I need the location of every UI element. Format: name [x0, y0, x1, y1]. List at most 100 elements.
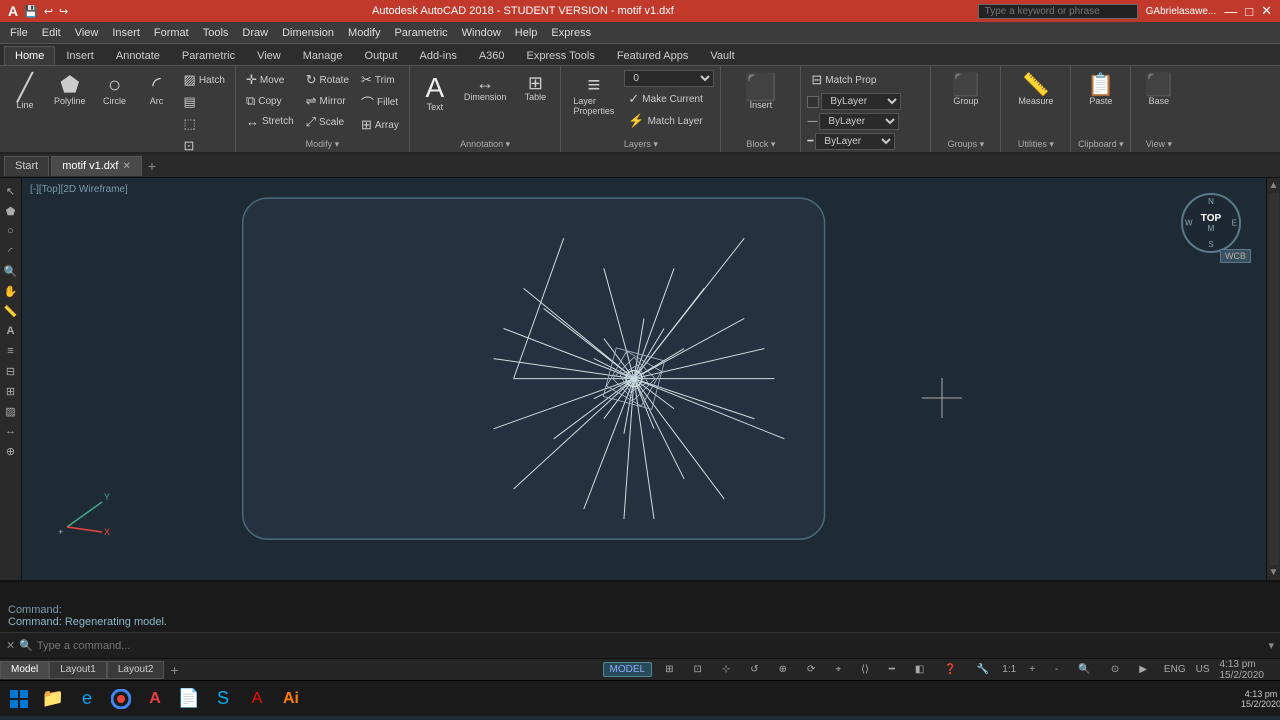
selection-tool[interactable]: ↖ [2, 182, 20, 200]
layer-tool[interactable]: ≡ [2, 342, 20, 360]
table-button[interactable]: ⊞ Table [516, 70, 554, 106]
object-snap-tool[interactable]: ⊕ [2, 442, 20, 460]
tab-a360[interactable]: A360 [468, 46, 516, 65]
block-tool[interactable]: ⊞ [2, 382, 20, 400]
tab-view[interactable]: View [246, 46, 292, 65]
layer-properties-button[interactable]: ≡ LayerProperties [567, 70, 620, 120]
menu-tools[interactable]: Tools [197, 25, 235, 41]
menu-help[interactable]: Help [509, 25, 544, 41]
taskbar-skype[interactable]: S [208, 684, 238, 714]
model-button[interactable]: MODEL [603, 662, 653, 677]
region-button[interactable]: ⊡ [180, 136, 229, 154]
linetype-select[interactable]: ByLayer [819, 113, 899, 130]
close-tab-icon[interactable]: ✕ [122, 161, 130, 172]
properties-tool[interactable]: ⊟ [2, 362, 20, 380]
layout-tab-model[interactable]: Model [0, 661, 49, 679]
polar-button[interactable]: ↺ [743, 662, 765, 677]
menu-draw[interactable]: Draw [236, 25, 274, 41]
tab-insert[interactable]: Insert [55, 46, 105, 65]
circle-tool[interactable]: ○ [2, 222, 20, 240]
dimension-button[interactable]: ↔ Dimension [458, 70, 513, 106]
arc-button[interactable]: ◜ Arc [138, 70, 176, 110]
zoom-extent-button[interactable]: 🔍 [1071, 662, 1097, 677]
quick-access-redo[interactable]: ↪ [59, 5, 68, 18]
zoom-tool[interactable]: 🔍 [2, 262, 20, 280]
ortho-button[interactable]: ⊹ [715, 662, 737, 677]
taskbar-acrobat[interactable]: A [242, 684, 272, 714]
taskbar-time[interactable]: 4:13 pm15/2/2020 [1246, 684, 1276, 714]
add-layout-button[interactable]: + [164, 662, 184, 678]
zoom-out-button[interactable]: - [1048, 662, 1065, 677]
menu-dimension[interactable]: Dimension [276, 25, 340, 41]
match-layer-button[interactable]: ⚡ Match Layer [624, 111, 714, 131]
add-tab-button[interactable]: + [144, 158, 160, 174]
menu-insert[interactable]: Insert [106, 25, 146, 41]
taskbar-chrome[interactable] [106, 684, 136, 714]
command-input[interactable] [37, 640, 1265, 652]
dynin-button[interactable]: ⟨⟩ [854, 662, 876, 677]
lineweight-select[interactable]: ByLayer [815, 133, 895, 150]
taskbar-start[interactable] [4, 684, 34, 714]
menu-window[interactable]: Window [456, 25, 507, 41]
hatch-button[interactable]: ▨ Hatch [180, 70, 229, 90]
scroll-down[interactable]: ▼ [1269, 567, 1279, 578]
qp-button[interactable]: ❓ [937, 662, 963, 677]
tab-vault[interactable]: Vault [699, 46, 745, 65]
zoom-in-button[interactable]: + [1022, 662, 1042, 677]
sc-button[interactable]: 🔧 [970, 662, 996, 677]
text-tool[interactable]: A [2, 322, 20, 340]
rotate-button[interactable]: ↻ Rotate [302, 70, 353, 90]
polyline-button[interactable]: ⬟ Polyline [48, 70, 92, 110]
taskbar-autocad[interactable]: A [140, 684, 170, 714]
color-select[interactable]: ByLayer [821, 93, 901, 110]
copy-button[interactable]: ⧉ Copy [242, 91, 298, 111]
menu-express[interactable]: Express [545, 25, 597, 41]
scale-button[interactable]: ⤢ Scale [302, 112, 353, 132]
layer-select[interactable]: 0 [624, 70, 714, 87]
doc-tab-start[interactable]: Start [4, 156, 49, 176]
tab-featured[interactable]: Featured Apps [606, 46, 700, 65]
group-button[interactable]: ⬛ Group [946, 70, 985, 110]
menu-edit[interactable]: Edit [36, 25, 67, 41]
tab-output[interactable]: Output [354, 46, 409, 65]
tab-manage[interactable]: Manage [292, 46, 354, 65]
osnap-button[interactable]: ⊕ [772, 662, 794, 677]
grid-button[interactable]: ⊞ [658, 662, 680, 677]
menu-view[interactable]: View [69, 25, 105, 41]
ducs-button[interactable]: ⌖ [828, 662, 848, 677]
doc-tab-motif[interactable]: motif v1.dxf ✕ [51, 156, 142, 176]
scroll-up[interactable]: ▲ [1269, 180, 1279, 191]
paste-button[interactable]: 📋 Paste [1081, 70, 1120, 110]
match-properties-button[interactable]: ⊟ Match Prop [807, 70, 924, 90]
make-current-button[interactable]: ✓ Make Current [624, 89, 714, 109]
tab-express[interactable]: Express Tools [516, 46, 606, 65]
quick-access-undo[interactable]: ↩ [44, 5, 53, 18]
gradient-button[interactable]: ▤ [180, 92, 229, 112]
tab-annotate[interactable]: Annotate [105, 46, 171, 65]
menu-format[interactable]: Format [148, 25, 195, 41]
minimize-button[interactable]: — [1224, 4, 1237, 19]
snap-button[interactable]: ⊡ [686, 662, 708, 677]
cmd-expand-icon[interactable]: ▾ [1268, 639, 1274, 652]
cmd-search-icon[interactable]: 🔍 [19, 639, 33, 652]
menu-file[interactable]: File [4, 25, 34, 41]
measure-button[interactable]: 📏 Measure [1012, 70, 1059, 110]
right-scrollbar[interactable]: ▲ ▼ [1266, 178, 1280, 580]
fillet-button[interactable]: ⌒ Fillet [357, 91, 403, 114]
dimension-tool[interactable]: ↔ [2, 422, 20, 440]
menu-modify[interactable]: Modify [342, 25, 386, 41]
close-button[interactable]: ✕ [1261, 3, 1272, 19]
otrack-button[interactable]: ⟳ [800, 662, 822, 677]
base-button[interactable]: ⬛ Base [1139, 70, 1178, 110]
menu-parametric[interactable]: Parametric [388, 25, 453, 41]
maximize-button[interactable]: □ [1245, 4, 1253, 19]
taskbar-explorer[interactable]: 📁 [38, 684, 68, 714]
taskbar-fileexplorer2[interactable]: 📄 [174, 684, 204, 714]
circle-button[interactable]: ○ Circle [96, 70, 134, 110]
tab-home[interactable]: Home [4, 46, 55, 65]
layout-tab-layout2[interactable]: Layout2 [107, 661, 165, 679]
tab-parametric[interactable]: Parametric [171, 46, 246, 65]
line-button[interactable]: ╱ Line [6, 70, 44, 114]
navwheel-button[interactable]: ⊙ [1104, 662, 1126, 677]
hatch-tool[interactable]: ▨ [2, 402, 20, 420]
